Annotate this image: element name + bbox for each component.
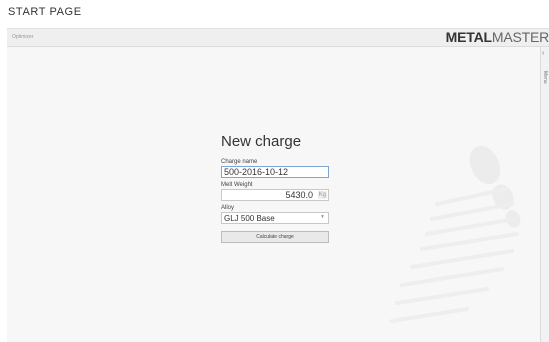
form-title: New charge [221, 133, 302, 150]
charge-name-label: Charge name [221, 159, 258, 165]
melt-weight-field: Kg [221, 189, 329, 201]
charge-name-row: Charge name [221, 159, 331, 178]
melt-weight-label: Melt Weight [221, 182, 253, 188]
alloy-label: Alloy [221, 205, 235, 211]
new-charge-form: New charge Charge name Melt Weight Kg Al… [221, 133, 331, 243]
charge-name-input[interactable] [221, 166, 329, 178]
alloy-row: Alloy GLJ 500 Base ▼ [221, 205, 331, 224]
melt-weight-input[interactable] [222, 190, 314, 200]
menu-label: Menu [542, 71, 548, 84]
chevron-left-icon[interactable]: ‹ [542, 50, 544, 57]
calculate-charge-button[interactable]: Calculate charge [221, 231, 329, 243]
melt-weight-row: Melt Weight Kg [221, 182, 331, 201]
chevron-down-icon: ▼ [320, 214, 325, 220]
weight-unit-badge: Kg [317, 191, 327, 199]
page-caption: START PAGE [8, 6, 82, 18]
alloy-select[interactable]: GLJ 500 Base ▼ [221, 212, 329, 224]
app-window: Optimizer METALMASTER ‹ Menu New charge … [7, 28, 549, 342]
alloy-selected-value: GLJ 500 Base [224, 214, 275, 223]
menu-side-panel[interactable]: ‹ Menu [540, 47, 549, 342]
